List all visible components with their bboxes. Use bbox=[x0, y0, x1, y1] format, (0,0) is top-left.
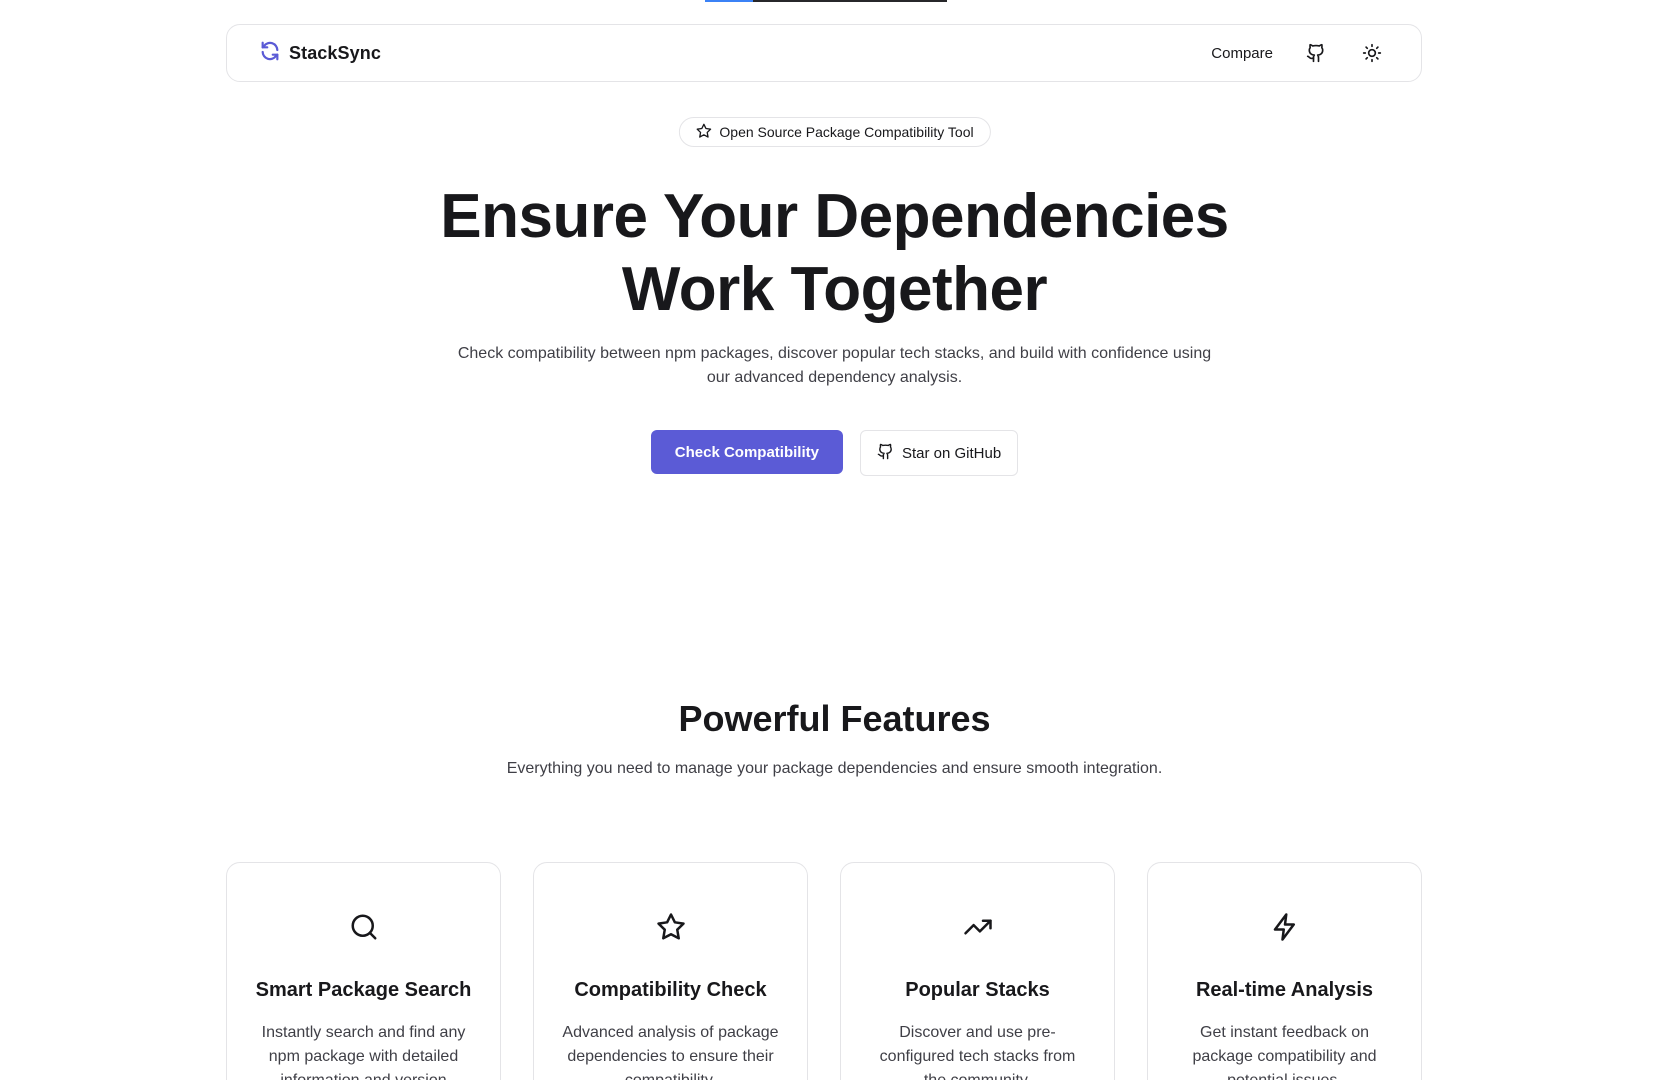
star-on-github-button[interactable]: Star on GitHub bbox=[859, 430, 1019, 476]
hero-cta-row: Check Compatibility Star on GitHub bbox=[0, 430, 1669, 476]
trending-up-icon bbox=[962, 911, 994, 943]
hero-badge-label: Open Source Package Compatibility Tool bbox=[719, 124, 974, 140]
features-subtitle: Everything you need to manage your packa… bbox=[506, 760, 1163, 777]
star-icon bbox=[695, 123, 711, 142]
hero-title-line-1: Ensure Your Dependencies bbox=[440, 182, 1229, 251]
feature-card-desc: Advanced analysis of package dependencie… bbox=[562, 1024, 779, 1080]
feature-cards: Smart Package Search Instantly search an… bbox=[226, 862, 1422, 1080]
features-title: Powerful Features bbox=[678, 698, 991, 739]
feature-card-desc: Instantly search and find any npm packag… bbox=[261, 1024, 466, 1080]
feature-card-title: Real-time Analysis bbox=[1195, 979, 1374, 1001]
check-compatibility-button[interactable]: Check Compatibility bbox=[650, 430, 843, 474]
zap-icon bbox=[1269, 911, 1301, 943]
refresh-icon bbox=[259, 40, 281, 67]
feature-card-title: Popular Stacks bbox=[905, 979, 1050, 1001]
search-icon bbox=[348, 911, 380, 943]
feature-card: Popular Stacks Discover and use pre-conf… bbox=[840, 862, 1115, 1080]
feature-card-desc: Discover and use pre-configured tech sta… bbox=[879, 1024, 1076, 1080]
theme-toggle-sun-icon[interactable] bbox=[1359, 40, 1385, 66]
brand-name: StackSync bbox=[289, 42, 381, 63]
feature-card: Compatibility Check Advanced analysis of… bbox=[533, 862, 808, 1080]
github-icon bbox=[877, 443, 894, 464]
star-icon bbox=[655, 911, 687, 943]
progress-fill bbox=[705, 0, 754, 2]
nav-actions: Compare bbox=[1211, 40, 1385, 66]
feature-card-desc: Get instant feedback on package compatib… bbox=[1192, 1024, 1377, 1080]
page: StackSync Compare Open Source Package Co… bbox=[0, 0, 1669, 1080]
navbar: StackSync Compare bbox=[226, 24, 1422, 82]
hero-subtitle: Check compatibility between npm packages… bbox=[457, 345, 1212, 386]
page-progress-bar bbox=[705, 0, 947, 2]
github-icon[interactable] bbox=[1303, 40, 1329, 66]
hero-title-line-2: Work Together bbox=[621, 255, 1048, 324]
feature-card-title: Compatibility Check bbox=[574, 979, 767, 1001]
hero-title: Ensure Your Dependencies Work Together bbox=[0, 180, 1669, 326]
feature-card-title: Smart Package Search bbox=[255, 979, 472, 1001]
hero-badge: Open Source Package Compatibility Tool bbox=[678, 117, 991, 147]
star-on-github-label: Star on GitHub bbox=[901, 444, 1002, 462]
brand-logo-link[interactable]: StackSync bbox=[259, 40, 381, 67]
nav-link-compare[interactable]: Compare bbox=[1211, 45, 1273, 62]
feature-card: Real-time Analysis Get instant feedback … bbox=[1147, 862, 1422, 1080]
feature-card: Smart Package Search Instantly search an… bbox=[226, 862, 501, 1080]
